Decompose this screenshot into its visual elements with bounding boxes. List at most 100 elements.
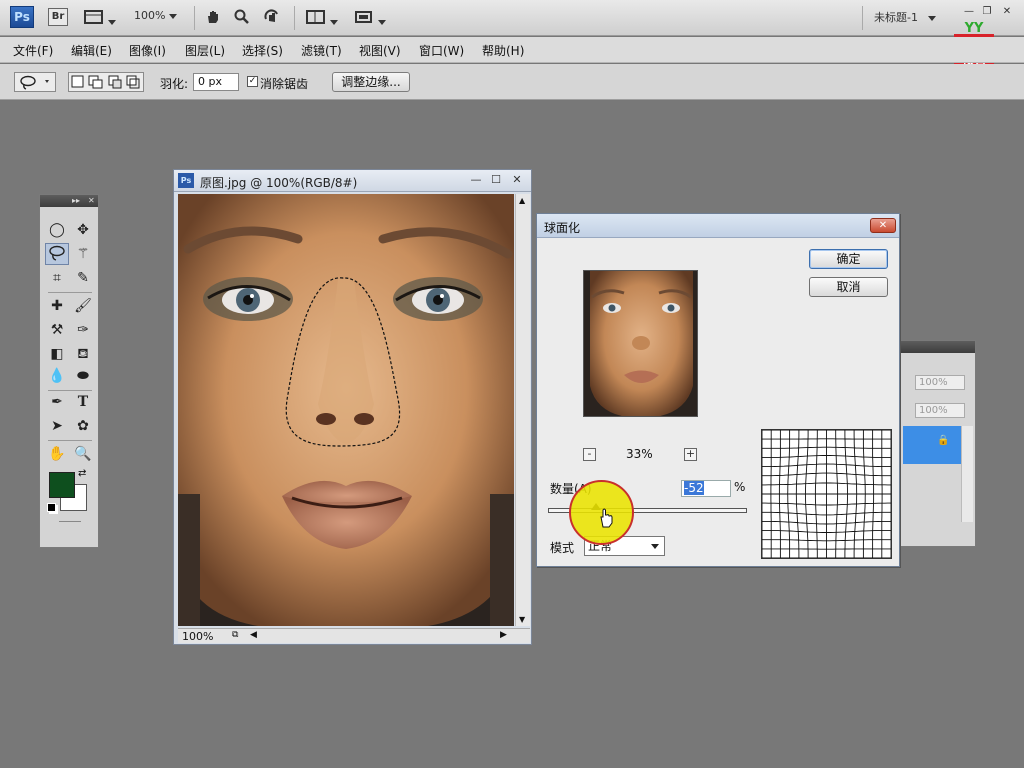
hand-tool-icon[interactable]: ✋ (45, 443, 69, 465)
swap-colors-icon[interactable]: ⇄ (78, 468, 86, 479)
bridge-button[interactable]: Br (48, 8, 68, 26)
close-icon[interactable]: ✕ (1000, 6, 1014, 18)
menu-bar: 文件(F) 编辑(E) 图像(I) 图层(L) 选择(S) 滤镜(T) 视图(V… (0, 37, 1024, 63)
add-selection-icon (92, 79, 103, 89)
hand-tool-icon[interactable] (205, 9, 221, 27)
lasso-icon (20, 75, 49, 90)
refine-edge-button[interactable]: 调整边缘... (332, 72, 410, 92)
healing-brush-icon[interactable]: ✚ (45, 295, 69, 317)
menu-file[interactable]: 文件(F) (13, 42, 53, 59)
mode-label: 模式 (550, 541, 575, 555)
scroll-right-icon[interactable]: ▶ (500, 630, 507, 640)
document-title: 原图.jpg @ 100%(RGB/8#) (200, 176, 358, 190)
quick-mask-icon[interactable] (59, 521, 81, 522)
tool-preset-picker[interactable] (14, 72, 56, 92)
document-window: Ps 原图.jpg @ 100%(RGB/8#) — ☐ ✕ ▲ ▼ 100% … (173, 169, 532, 645)
path-selection-icon[interactable]: ➤ (45, 415, 69, 437)
zoom-tool-icon[interactable] (234, 9, 250, 27)
chevron-down-icon (651, 544, 659, 549)
pen-tool-icon[interactable]: ✒ (45, 391, 69, 413)
hand-cursor-icon (600, 508, 613, 528)
new-selection-icon (71, 75, 84, 88)
eraser-icon[interactable]: ◧ (45, 343, 69, 365)
spherize-grid-preview (761, 429, 892, 559)
photoshop-logo: Ps (10, 6, 34, 28)
layer-row-selected[interactable]: 🔒 (903, 426, 961, 464)
close-icon[interactable]: ✕ (510, 173, 524, 186)
dodge-tool-icon[interactable]: ⬬ (71, 365, 95, 387)
ps-document-icon: Ps (178, 173, 194, 188)
arrange-documents-icon (306, 10, 325, 24)
crop-tool-icon[interactable]: ⌗ (45, 267, 69, 289)
layers-panel-header[interactable] (899, 341, 975, 353)
arrange-documents-button[interactable] (306, 9, 338, 27)
brush-tool-icon[interactable]: 🖌 (71, 295, 95, 317)
cancel-button[interactable]: 取消 (809, 277, 888, 297)
close-icon: ✕ (88, 196, 95, 205)
document-vertical-scrollbar[interactable]: ▲ ▼ (515, 194, 530, 626)
fill-field[interactable]: 100% (915, 403, 965, 418)
type-tool-icon[interactable]: T (71, 391, 95, 413)
screen-mode-button[interactable] (354, 9, 386, 27)
workspace-name: 未标题-1 (874, 11, 918, 24)
document-titlebar[interactable]: Ps 原图.jpg @ 100%(RGB/8#) — ☐ ✕ (174, 170, 531, 192)
application-bar: Ps Br 100% 未标题-1 — ❐ ✕ (0, 0, 1024, 36)
status-menu-icon[interactable]: ⧉ (232, 630, 238, 640)
blur-tool-icon[interactable]: 💧 (45, 365, 69, 387)
move-tool-icon[interactable]: ✥ (71, 219, 95, 241)
preview-zoom-value: 33% (626, 447, 653, 461)
menu-window[interactable]: 窗口(W) (419, 42, 464, 59)
foreground-color-swatch[interactable] (49, 472, 75, 498)
custom-shape-icon[interactable]: ✿ (71, 415, 95, 437)
dialog-titlebar[interactable]: 球面化 ✕ (537, 214, 899, 238)
tools-panel-header[interactable]: ▸▸ ✕ (40, 195, 98, 207)
layers-scrollbar[interactable] (961, 426, 973, 522)
elliptical-marquee-tool[interactable]: ◯ (45, 219, 69, 241)
dialog-close-button[interactable]: ✕ (870, 218, 896, 233)
default-colors-icon[interactable] (47, 503, 56, 512)
workspace-switcher[interactable]: 未标题-1 (874, 9, 936, 27)
ok-button[interactable]: 确定 (809, 249, 888, 269)
menu-select[interactable]: 选择(S) (242, 42, 283, 59)
restore-icon[interactable]: ❐ (980, 6, 994, 18)
menu-view[interactable]: 视图(V) (359, 42, 401, 59)
eyedropper-icon[interactable]: ✎ (71, 267, 95, 289)
rotate-view-icon[interactable] (263, 9, 281, 27)
tools-panel: ▸▸ ✕ ◯ ✥ ⚚ ⌗ ✎ ✚ 🖌 ⚒ ✑ ◧ ⛾ 💧 ⬬ ✒ T ➤ ✿ ✋ … (39, 194, 99, 548)
zoom-out-button[interactable]: - (583, 448, 596, 461)
document-status-bar: 100% ⧉ ◀ ▶ (178, 628, 530, 643)
document-zoom-status[interactable]: 100% (182, 630, 213, 643)
antialias-checkbox[interactable]: ✓ (247, 76, 258, 87)
menu-image[interactable]: 图像(I) (129, 42, 166, 59)
zoom-tool-icon[interactable]: 🔍 (71, 443, 95, 465)
view-extras-button[interactable] (84, 9, 116, 27)
minimize-icon[interactable]: — (469, 173, 483, 186)
zoom-level-value: 100% (134, 9, 166, 22)
scroll-left-icon[interactable]: ◀ (250, 630, 257, 640)
history-brush-icon[interactable]: ✑ (71, 319, 95, 341)
menu-edit[interactable]: 编辑(E) (71, 42, 112, 59)
filter-preview[interactable] (583, 270, 698, 417)
options-bar: 羽化: 0 px ✓ 消除锯齿 调整边缘... (0, 64, 1024, 100)
clone-stamp-icon[interactable]: ⚒ (45, 319, 69, 341)
minimize-icon[interactable]: — (962, 6, 976, 18)
menu-filter[interactable]: 滤镜(T) (301, 42, 342, 59)
paint-bucket-icon[interactable]: ⛾ (71, 343, 95, 365)
scroll-down-icon: ▼ (519, 615, 526, 624)
opacity-field[interactable]: 100% (915, 375, 965, 390)
zoom-in-button[interactable]: + (684, 448, 697, 461)
maximize-icon[interactable]: ☐ (489, 173, 503, 186)
menu-layer[interactable]: 图层(L) (185, 42, 225, 59)
feather-input[interactable]: 0 px (193, 73, 239, 91)
zoom-level-dropdown[interactable]: 100% (134, 9, 178, 27)
amount-unit: % (734, 480, 746, 494)
document-canvas[interactable] (178, 194, 514, 626)
lock-icon: 🔒 (937, 435, 950, 446)
menu-help[interactable]: 帮助(H) (482, 42, 524, 59)
lasso-tool[interactable] (45, 243, 69, 265)
watermark-top: YY (964, 21, 984, 36)
amount-input[interactable]: -52 (681, 480, 731, 497)
amount-value: -52 (684, 481, 704, 495)
selection-mode-group (68, 72, 144, 92)
magic-wand-icon[interactable]: ⚚ (71, 243, 95, 265)
